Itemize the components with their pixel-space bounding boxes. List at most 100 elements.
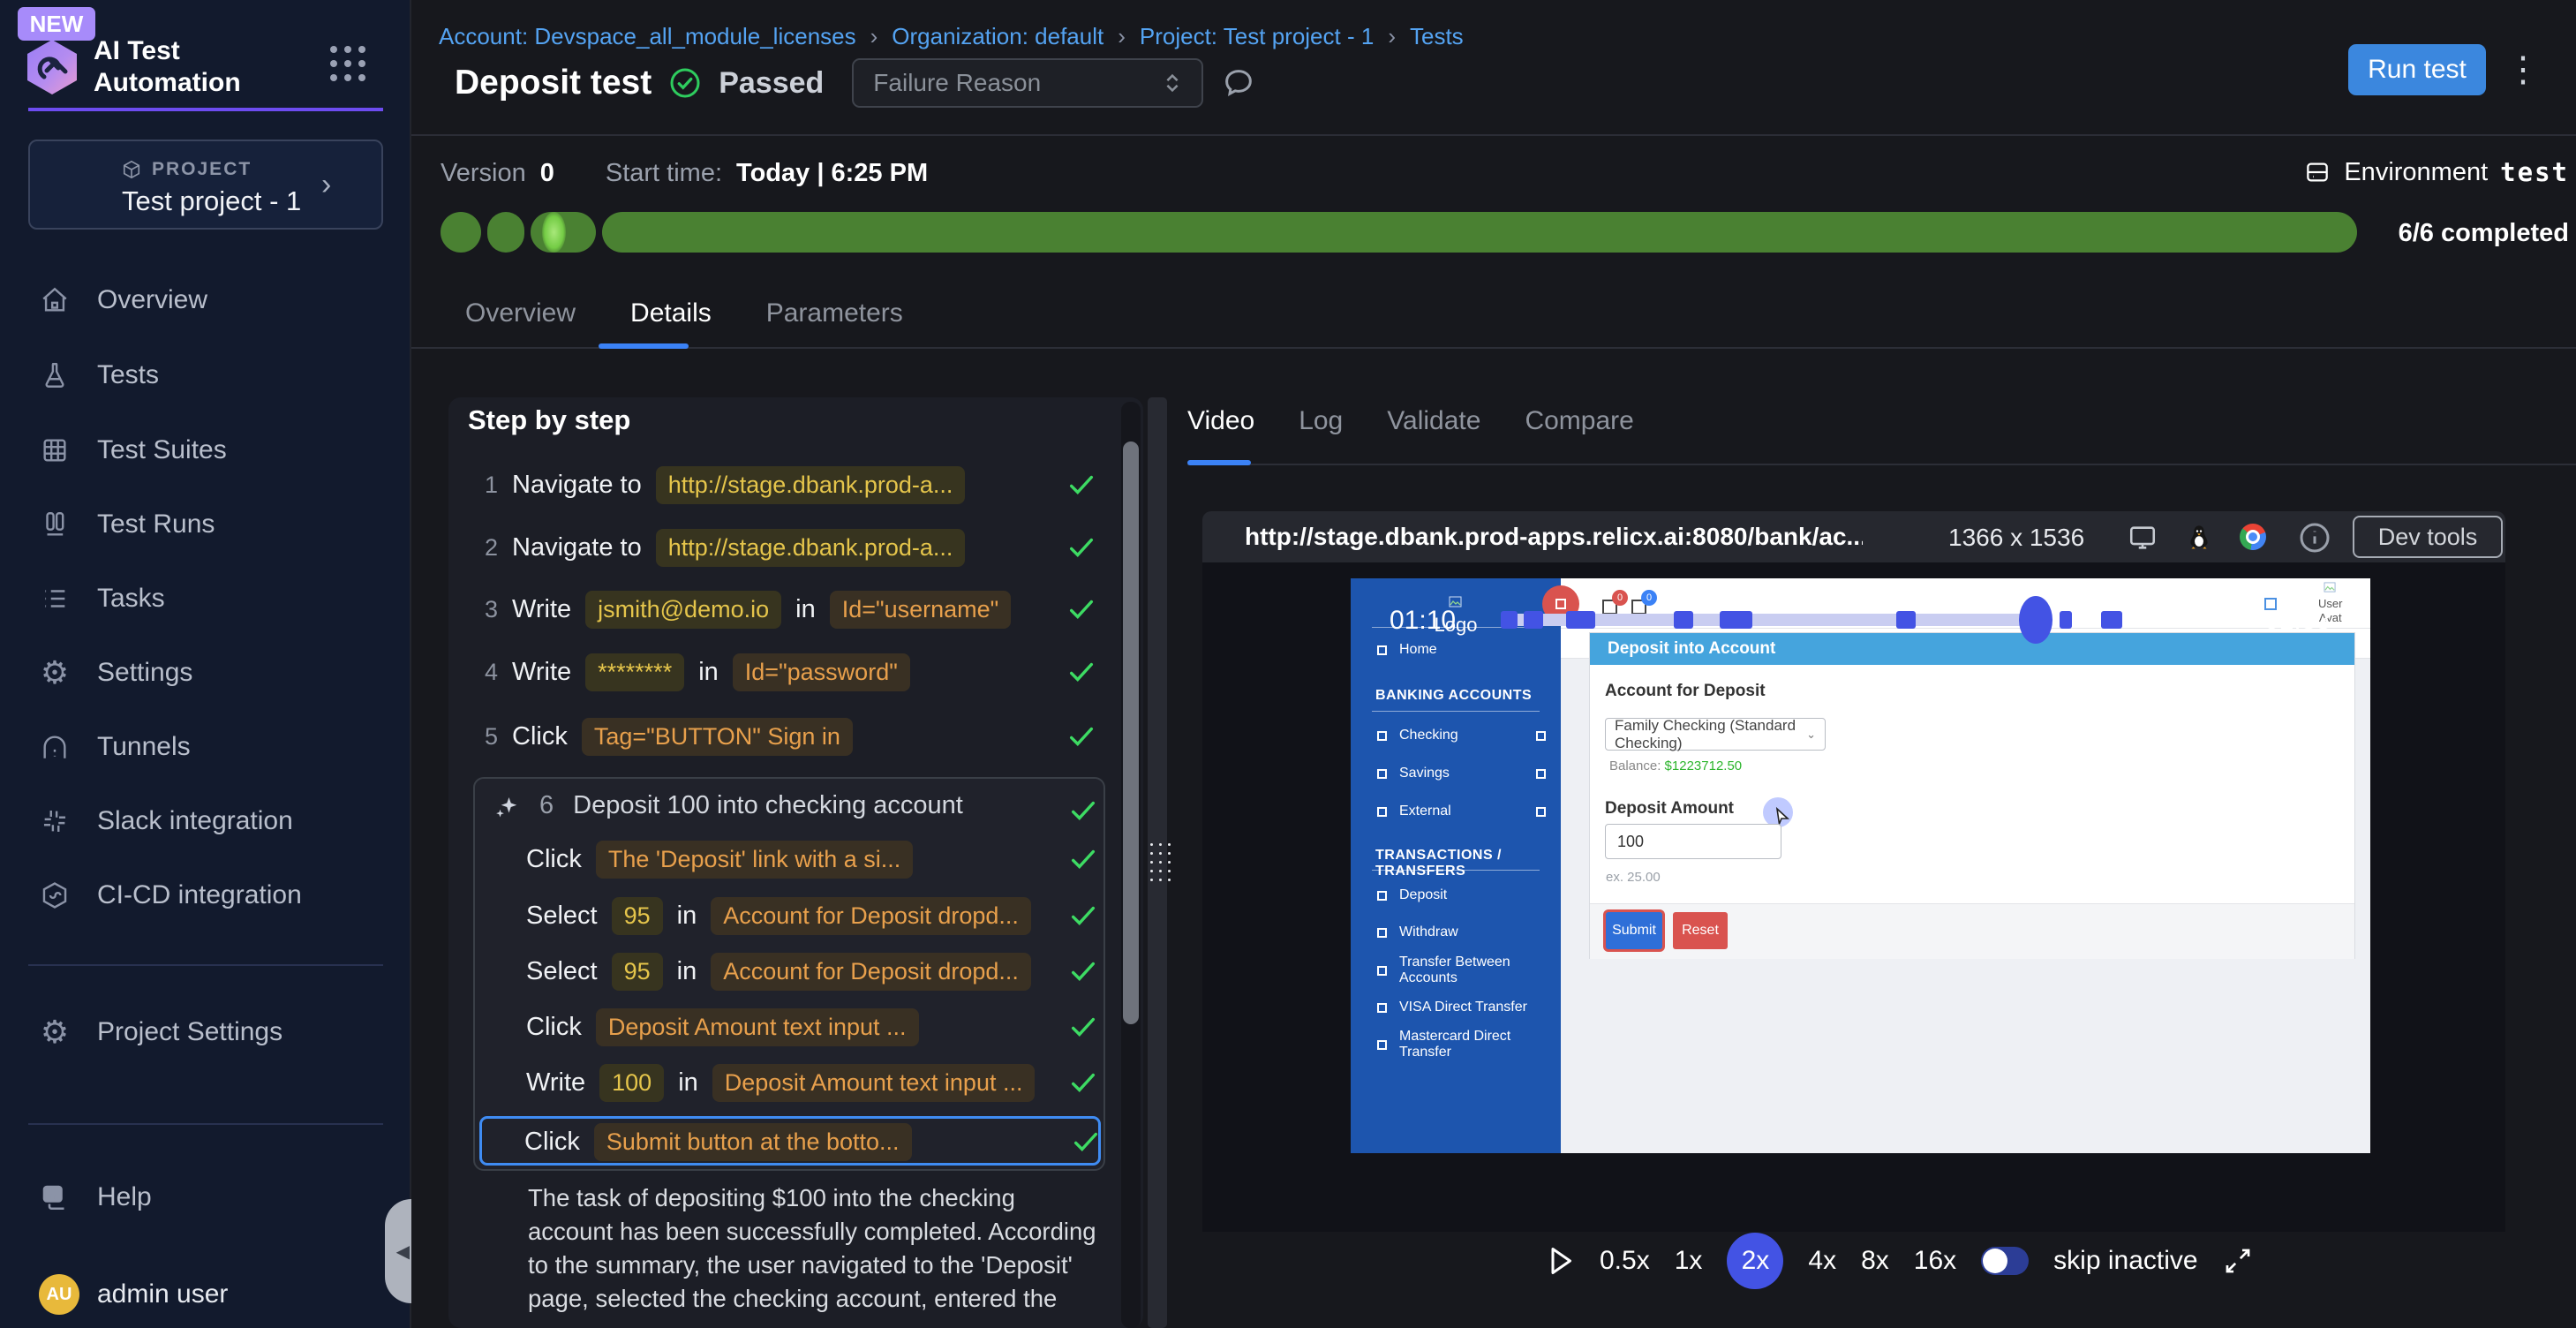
tab-parameters[interactable]: Parameters [766, 298, 903, 328]
timeline-marker[interactable] [1566, 611, 1595, 629]
step-value-pill[interactable]: http://stage.dbank.prod-a... [656, 466, 966, 504]
timeline-marker[interactable] [2101, 611, 2122, 629]
step-value-pill[interactable]: jsmith@demo.io [585, 591, 781, 629]
notification-icon[interactable]: 0 [1602, 600, 1617, 615]
sidebar-item-tunnels[interactable]: Tunnels [39, 724, 191, 770]
panel-splitter[interactable] [1148, 397, 1167, 1328]
speed-0.5x[interactable]: 0.5x [1600, 1246, 1650, 1276]
step-group[interactable]: 6 Deposit 100 into checking account Clic… [473, 777, 1105, 1171]
timeline-marker[interactable] [1674, 611, 1693, 629]
apps-grid-icon[interactable] [330, 46, 367, 83]
bank-nav-savings[interactable]: Savings [1377, 764, 1545, 783]
substep-row[interactable]: Select 95 in Account for Deposit dropd..… [526, 950, 1031, 992]
sidebar-item-cicd[interactable]: CI-CD integration [39, 872, 302, 918]
tab-log[interactable]: Log [1299, 406, 1343, 436]
bank-nav-mastercard[interactable]: Mastercard Direct Transfer [1377, 1035, 1561, 1054]
tab-validate[interactable]: Validate [1387, 406, 1480, 436]
step-target-pill[interactable]: Id="username" [830, 591, 1012, 629]
breadcrumb-project[interactable]: Project: Test project - 1 [1140, 23, 1374, 50]
breadcrumb-account[interactable]: Account: Devspace_all_module_licenses [439, 23, 856, 50]
run-test-button[interactable]: Run test [2348, 44, 2486, 95]
step-row[interactable]: 1 Navigate to http://stage.dbank.prod-a.… [475, 464, 965, 506]
play-icon[interactable] [1547, 1245, 1575, 1277]
progress-segment[interactable] [602, 212, 2357, 253]
kebab-menu-icon[interactable]: ⋮ [2505, 49, 2541, 90]
progress-segment[interactable] [487, 212, 524, 253]
scrollbar-thumb[interactable] [1123, 441, 1139, 1024]
sidebar-item-slack[interactable]: Slack integration [39, 798, 293, 844]
step-row[interactable]: 3 Write jsmith@demo.io in Id="username" [475, 588, 1011, 630]
substep-row[interactable]: Click The 'Deposit' link with a si... [526, 838, 913, 880]
failure-reason-select[interactable]: Failure Reason [852, 58, 1203, 108]
sidebar-collapse-handle[interactable]: ◀ [385, 1199, 411, 1303]
fullscreen-icon[interactable] [2223, 1246, 2253, 1276]
step-row[interactable]: 5 Click Tag="BUTTON" Sign in [475, 715, 853, 758]
step-value-pill[interactable]: http://stage.dbank.prod-a... [656, 529, 966, 567]
tab-video[interactable]: Video [1187, 406, 1254, 436]
speed-1x[interactable]: 1x [1675, 1246, 1703, 1276]
info-icon[interactable] [2297, 520, 2332, 555]
step-target-pill[interactable]: Tag="BUTTON" Sign in [582, 718, 853, 756]
bank-reset-button[interactable]: Reset [1673, 912, 1728, 949]
sidebar-item-help[interactable]: ? Help [39, 1174, 152, 1220]
devtools-button[interactable]: Dev tools [2353, 516, 2503, 558]
step-target-pill[interactable]: Submit button at the botto... [594, 1123, 912, 1161]
step-value-pill[interactable]: 100 [599, 1064, 664, 1102]
step-target-pill[interactable]: Id="password" [733, 653, 910, 691]
timeline-marker[interactable] [2060, 611, 2072, 629]
sidebar-item-tasks[interactable]: Tasks [39, 576, 165, 622]
substep-row[interactable]: Write 100 in Deposit Amount text input .… [526, 1061, 1035, 1104]
timeline-marker[interactable] [1720, 611, 1752, 629]
sidebar-item-test-suites[interactable]: Test Suites [39, 427, 227, 473]
sidebar-item-tests[interactable]: Tests [39, 352, 159, 398]
speed-16x[interactable]: 16x [1914, 1246, 1956, 1276]
timeline-track[interactable] [1501, 614, 2212, 626]
step-target-pill[interactable]: Account for Deposit dropd... [711, 953, 1031, 991]
step-value-pill[interactable]: ******** [585, 653, 684, 691]
substep-row-selected[interactable]: Click Submit button at the botto... [479, 1116, 1101, 1166]
step-row[interactable]: 4 Write ******** in Id="password" [475, 651, 910, 693]
bank-nav-transfer[interactable]: Transfer Between Accounts [1377, 961, 1561, 980]
breadcrumb-tests[interactable]: Tests [1410, 23, 1464, 50]
step-row[interactable]: 2 Navigate to http://stage.dbank.prod-a.… [475, 526, 965, 569]
speed-8x[interactable]: 8x [1861, 1246, 1889, 1276]
notification-icon[interactable]: 0 [1631, 600, 1646, 615]
bank-submit-button[interactable]: Submit [1606, 912, 1662, 949]
step-target-pill[interactable]: Account for Deposit dropd... [711, 897, 1031, 935]
breadcrumb-organization[interactable]: Organization: default [892, 23, 1103, 50]
timeline-marker[interactable] [1524, 611, 1543, 629]
sidebar-item-settings[interactable]: ⚙ Settings [39, 650, 192, 696]
bank-nav-external[interactable]: External [1377, 802, 1545, 821]
bank-nav-deposit[interactable]: Deposit [1377, 886, 1447, 905]
sidebar-item-test-runs[interactable]: Test Runs [39, 502, 215, 547]
run-progress-bar[interactable] [441, 212, 2357, 253]
sidebar-item-project-settings[interactable]: ⚙ Project Settings [39, 1009, 282, 1055]
step-target-pill[interactable]: Deposit Amount text input ... [596, 1008, 919, 1046]
progress-segment[interactable] [531, 212, 596, 253]
bank-nav-checking[interactable]: Checking [1377, 726, 1545, 745]
speed-4x[interactable]: 4x [1808, 1246, 1836, 1276]
comment-icon[interactable] [1221, 65, 1256, 101]
skip-inactive-toggle[interactable] [1981, 1247, 2029, 1275]
speed-2x[interactable]: 2x [1727, 1233, 1783, 1289]
account-select[interactable]: Family Checking (Standard Checking)⌄ [1605, 718, 1826, 751]
tab-details[interactable]: Details [630, 298, 712, 328]
step-value-pill[interactable]: 95 [612, 897, 663, 935]
bank-nav-home[interactable]: Home [1377, 640, 1437, 660]
timeline-playhead[interactable] [2019, 596, 2053, 644]
progress-segment[interactable] [441, 212, 481, 253]
user-menu[interactable]: AU admin user [39, 1271, 228, 1317]
bank-nav-withdraw[interactable]: Withdraw [1377, 923, 1458, 942]
tab-compare[interactable]: Compare [1525, 406, 1633, 436]
sidebar-item-overview[interactable]: Overview [39, 277, 207, 323]
project-selector[interactable]: PROJECT Test project - 1 › [28, 140, 383, 230]
amount-input[interactable]: 100 [1605, 824, 1781, 859]
substep-row[interactable]: Click Deposit Amount text input ... [526, 1006, 919, 1048]
timeline-marker[interactable] [1896, 611, 1916, 629]
bank-nav-visa[interactable]: VISA Direct Transfer [1377, 998, 1527, 1017]
step-value-pill[interactable]: 95 [612, 953, 663, 991]
substep-row[interactable]: Select 95 in Account for Deposit dropd..… [526, 894, 1031, 937]
tab-overview[interactable]: Overview [465, 298, 576, 328]
step-target-pill[interactable]: Deposit Amount text input ... [712, 1064, 1036, 1102]
step-target-pill[interactable]: The 'Deposit' link with a si... [596, 841, 913, 879]
